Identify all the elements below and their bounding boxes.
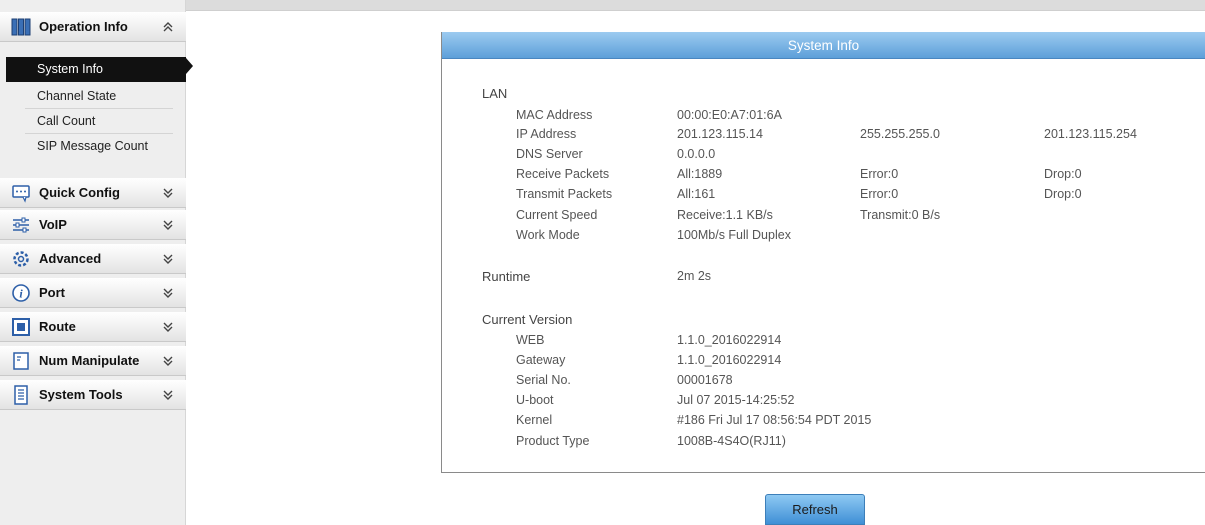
product-type-label: Product Type: [516, 434, 590, 448]
sidebar: Operation Info System Info Channel State…: [0, 0, 193, 525]
voip-icon: [11, 215, 31, 235]
web-version-value: 1.1.0_2016022914: [677, 333, 782, 347]
chevron-down-icon[interactable]: [160, 387, 176, 403]
receive-error-value: Error:0: [860, 167, 899, 181]
section-num-manipulate[interactable]: Num Manipulate: [0, 346, 186, 376]
serial-no-value: 00001678: [677, 373, 733, 387]
gateway-version-value: 1.1.0_2016022914: [677, 353, 782, 367]
section-quick-config[interactable]: Quick Config: [0, 178, 186, 208]
system-tools-icon: [11, 384, 31, 405]
runtime-value: 2m 2s: [677, 269, 712, 283]
refresh-button[interactable]: Refresh: [765, 494, 865, 525]
section-label: Route: [39, 319, 76, 334]
operation-info-icon: [11, 17, 31, 37]
receive-drop-value: Drop:0: [1044, 167, 1082, 181]
section-label: Quick Config: [39, 185, 120, 200]
chevron-down-icon[interactable]: [160, 353, 176, 369]
section-label: VoIP: [39, 217, 67, 232]
uboot-value: Jul 07 2015-14:25:52: [677, 393, 795, 407]
uboot-label: U-boot: [516, 393, 554, 407]
info-icon: i: [11, 283, 31, 303]
gateway-value: 201.123.115.254: [1044, 127, 1137, 141]
ip-value: 201.123.115.14: [677, 127, 763, 141]
section-voip[interactable]: VoIP: [0, 210, 186, 240]
web-version-label: WEB: [516, 333, 545, 347]
quick-config-icon: [11, 183, 31, 203]
transmit-drop-value: Drop:0: [1044, 187, 1082, 201]
num-manipulate-icon: [11, 351, 31, 371]
chevron-down-icon[interactable]: [160, 319, 176, 335]
route-icon: [11, 317, 31, 337]
section-label: System Tools: [39, 387, 123, 402]
dns-label: DNS Server: [516, 147, 583, 161]
submenu-item-call-count[interactable]: Call Count: [25, 109, 173, 134]
subnet-mask-value: 255.255.255.0: [860, 127, 940, 141]
ip-label: IP Address: [516, 127, 577, 141]
kernel-value: #186 Fri Jul 17 08:56:54 PDT 2015: [677, 413, 872, 427]
dns-value: 0.0.0.0: [677, 147, 716, 161]
work-mode-label: Work Mode: [516, 228, 580, 242]
section-route[interactable]: Route: [0, 312, 186, 342]
chevron-down-icon[interactable]: [160, 285, 176, 301]
transmit-error-value: Error:0: [860, 187, 899, 201]
current-version-title: Current Version: [482, 312, 573, 327]
transmit-packets-label: Transmit Packets: [516, 187, 613, 201]
receive-packets-label: Receive Packets: [516, 167, 610, 181]
active-pointer-icon: [186, 58, 193, 74]
transmit-speed-value: Transmit:0 B/s: [860, 208, 941, 222]
chevron-down-icon[interactable]: [160, 185, 176, 201]
top-strip: [186, 0, 1205, 11]
chevron-up-icon[interactable]: [160, 19, 176, 35]
section-advanced[interactable]: Advanced: [0, 244, 186, 274]
transmit-all-value: All:161: [677, 187, 716, 201]
section-port[interactable]: i Port: [0, 278, 186, 308]
mac-value: 00:00:E0:A7:01:6A: [677, 108, 782, 122]
system-info-panel: System Info LAN MAC Address 00:00:E0:A7:…: [441, 32, 1205, 473]
kernel-label: Kernel: [516, 413, 553, 427]
gateway-version-label: Gateway: [516, 353, 566, 367]
submenu-item-channel-state[interactable]: Channel State: [25, 84, 173, 109]
section-label: Advanced: [39, 251, 102, 266]
receive-all-value: All:1889: [677, 167, 723, 181]
section-label: Port: [39, 285, 65, 300]
panel-title: System Info: [442, 32, 1205, 59]
receive-speed-value: Receive:1.1 KB/s: [677, 208, 773, 222]
current-speed-label: Current Speed: [516, 208, 598, 222]
runtime-label: Runtime: [482, 269, 531, 284]
chevron-down-icon[interactable]: [160, 251, 176, 267]
submenu-item-sip-message-count[interactable]: SIP Message Count: [25, 134, 173, 159]
mac-label: MAC Address: [516, 108, 593, 122]
section-system-tools[interactable]: System Tools: [0, 380, 186, 410]
section-label: Num Manipulate: [39, 353, 140, 368]
section-operation-info[interactable]: Operation Info: [0, 12, 186, 42]
serial-no-label: Serial No.: [516, 373, 571, 387]
chevron-down-icon[interactable]: [160, 217, 176, 233]
section-label: Operation Info: [39, 19, 128, 34]
work-mode-value: 100Mb/s Full Duplex: [677, 228, 791, 242]
lan-title: LAN: [482, 86, 508, 101]
gear-icon: [11, 249, 31, 269]
submenu-item-system-info[interactable]: System Info: [6, 57, 186, 82]
product-type-value: 1008B-4S4O(RJ11): [677, 434, 786, 448]
